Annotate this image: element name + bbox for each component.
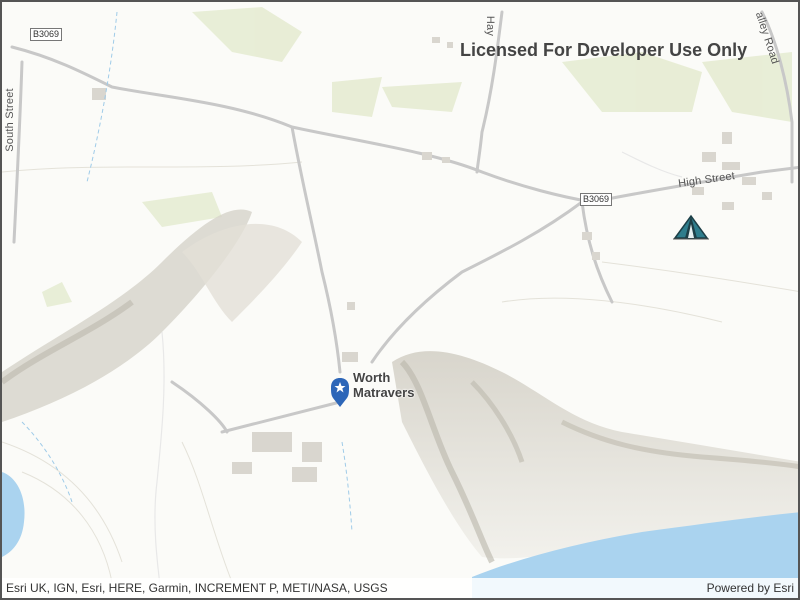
powered-by-link[interactable]: Powered by Esri xyxy=(707,581,794,595)
place-label-line1: Worth xyxy=(353,370,391,385)
map-view[interactable]: Licensed For Developer Use Only B3069 B3… xyxy=(0,0,800,600)
place-label-line2: Matravers xyxy=(353,385,415,400)
road-shield-b3069-west: B3069 xyxy=(30,28,63,41)
developer-watermark: Licensed For Developer Use Only xyxy=(460,40,748,60)
road-label-south-street: South Street xyxy=(3,88,16,152)
campsite-tent-icon[interactable] xyxy=(673,214,709,240)
basemap[interactable] xyxy=(2,2,800,600)
road-shield-b3069-east: B3069 xyxy=(580,193,613,206)
place-label-worth-matravers: Worth Matravers xyxy=(353,370,414,400)
attribution-bar: Esri UK, IGN, Esri, HERE, Garmin, INCREM… xyxy=(2,578,798,598)
road-label-hay: Hay xyxy=(484,15,497,37)
map-pin-star-icon[interactable] xyxy=(331,378,349,408)
attribution-text[interactable]: Esri UK, IGN, Esri, HERE, Garmin, INCREM… xyxy=(6,581,388,595)
